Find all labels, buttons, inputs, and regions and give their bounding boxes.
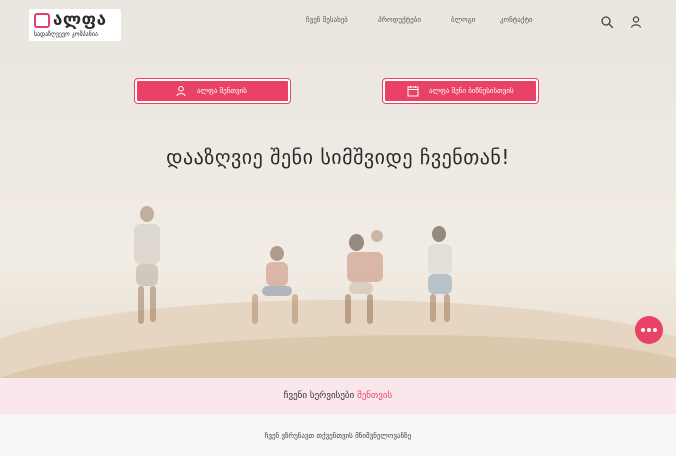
chat-icon[interactable] bbox=[635, 316, 663, 344]
nav-item-contact[interactable]: კონტაქტი bbox=[500, 16, 533, 24]
hero-photo-person bbox=[335, 228, 405, 328]
hero-background bbox=[0, 0, 676, 378]
search-icon[interactable] bbox=[600, 14, 614, 29]
hero-headline: დააზღვიე შენი სიმშვიდე ჩვენთან! bbox=[166, 145, 510, 169]
services-section-header: ჩვენი სერვისები შენთვის bbox=[0, 378, 676, 414]
cta-business-button[interactable]: ალფა შენი ბიზნესისთვის bbox=[383, 79, 538, 103]
chat-dot bbox=[653, 328, 657, 332]
hero-photo-person bbox=[412, 222, 472, 327]
site-header: ალფა სადაზღვევო კომპანია ჩვენ შესახებ პრ… bbox=[0, 0, 676, 50]
chat-dot bbox=[647, 328, 651, 332]
services-title-main: ჩვენი სერვისები bbox=[283, 391, 355, 401]
services-intro: ჩვენ ვზრუნავთ თქვენთვის მნიშვნელოვანზე bbox=[0, 414, 676, 456]
nav-item-about[interactable]: ჩვენ შესახებ bbox=[306, 16, 348, 24]
hero-photo-person bbox=[118, 200, 178, 330]
services-title-accent: შენთვის bbox=[357, 391, 393, 401]
cta-personal-button[interactable]: ალფა შენთვის bbox=[135, 79, 290, 103]
logo-subtitle: სადაზღვევო კომპანია bbox=[34, 31, 98, 38]
user-icon[interactable] bbox=[629, 14, 643, 28]
hero-photo-person bbox=[240, 240, 310, 330]
main-nav: ჩვენ შესახებ პროდუქტები ბლოგი კონტაქტი bbox=[0, 16, 676, 28]
cta-business-label: ალფა შენი ბიზნესისთვის bbox=[429, 87, 514, 95]
user-icon bbox=[175, 85, 187, 97]
nav-item-products[interactable]: პროდუქტები bbox=[378, 16, 421, 24]
calendar-icon bbox=[407, 85, 419, 97]
services-title: ჩვენი სერვისები შენთვის bbox=[0, 391, 676, 401]
chat-dot bbox=[641, 328, 645, 332]
services-subtitle: ჩვენ ვზრუნავთ თქვენთვის მნიშვნელოვანზე bbox=[264, 432, 412, 440]
cta-personal-label: ალფა შენთვის bbox=[197, 87, 247, 95]
nav-item-blog[interactable]: ბლოგი bbox=[451, 16, 475, 24]
